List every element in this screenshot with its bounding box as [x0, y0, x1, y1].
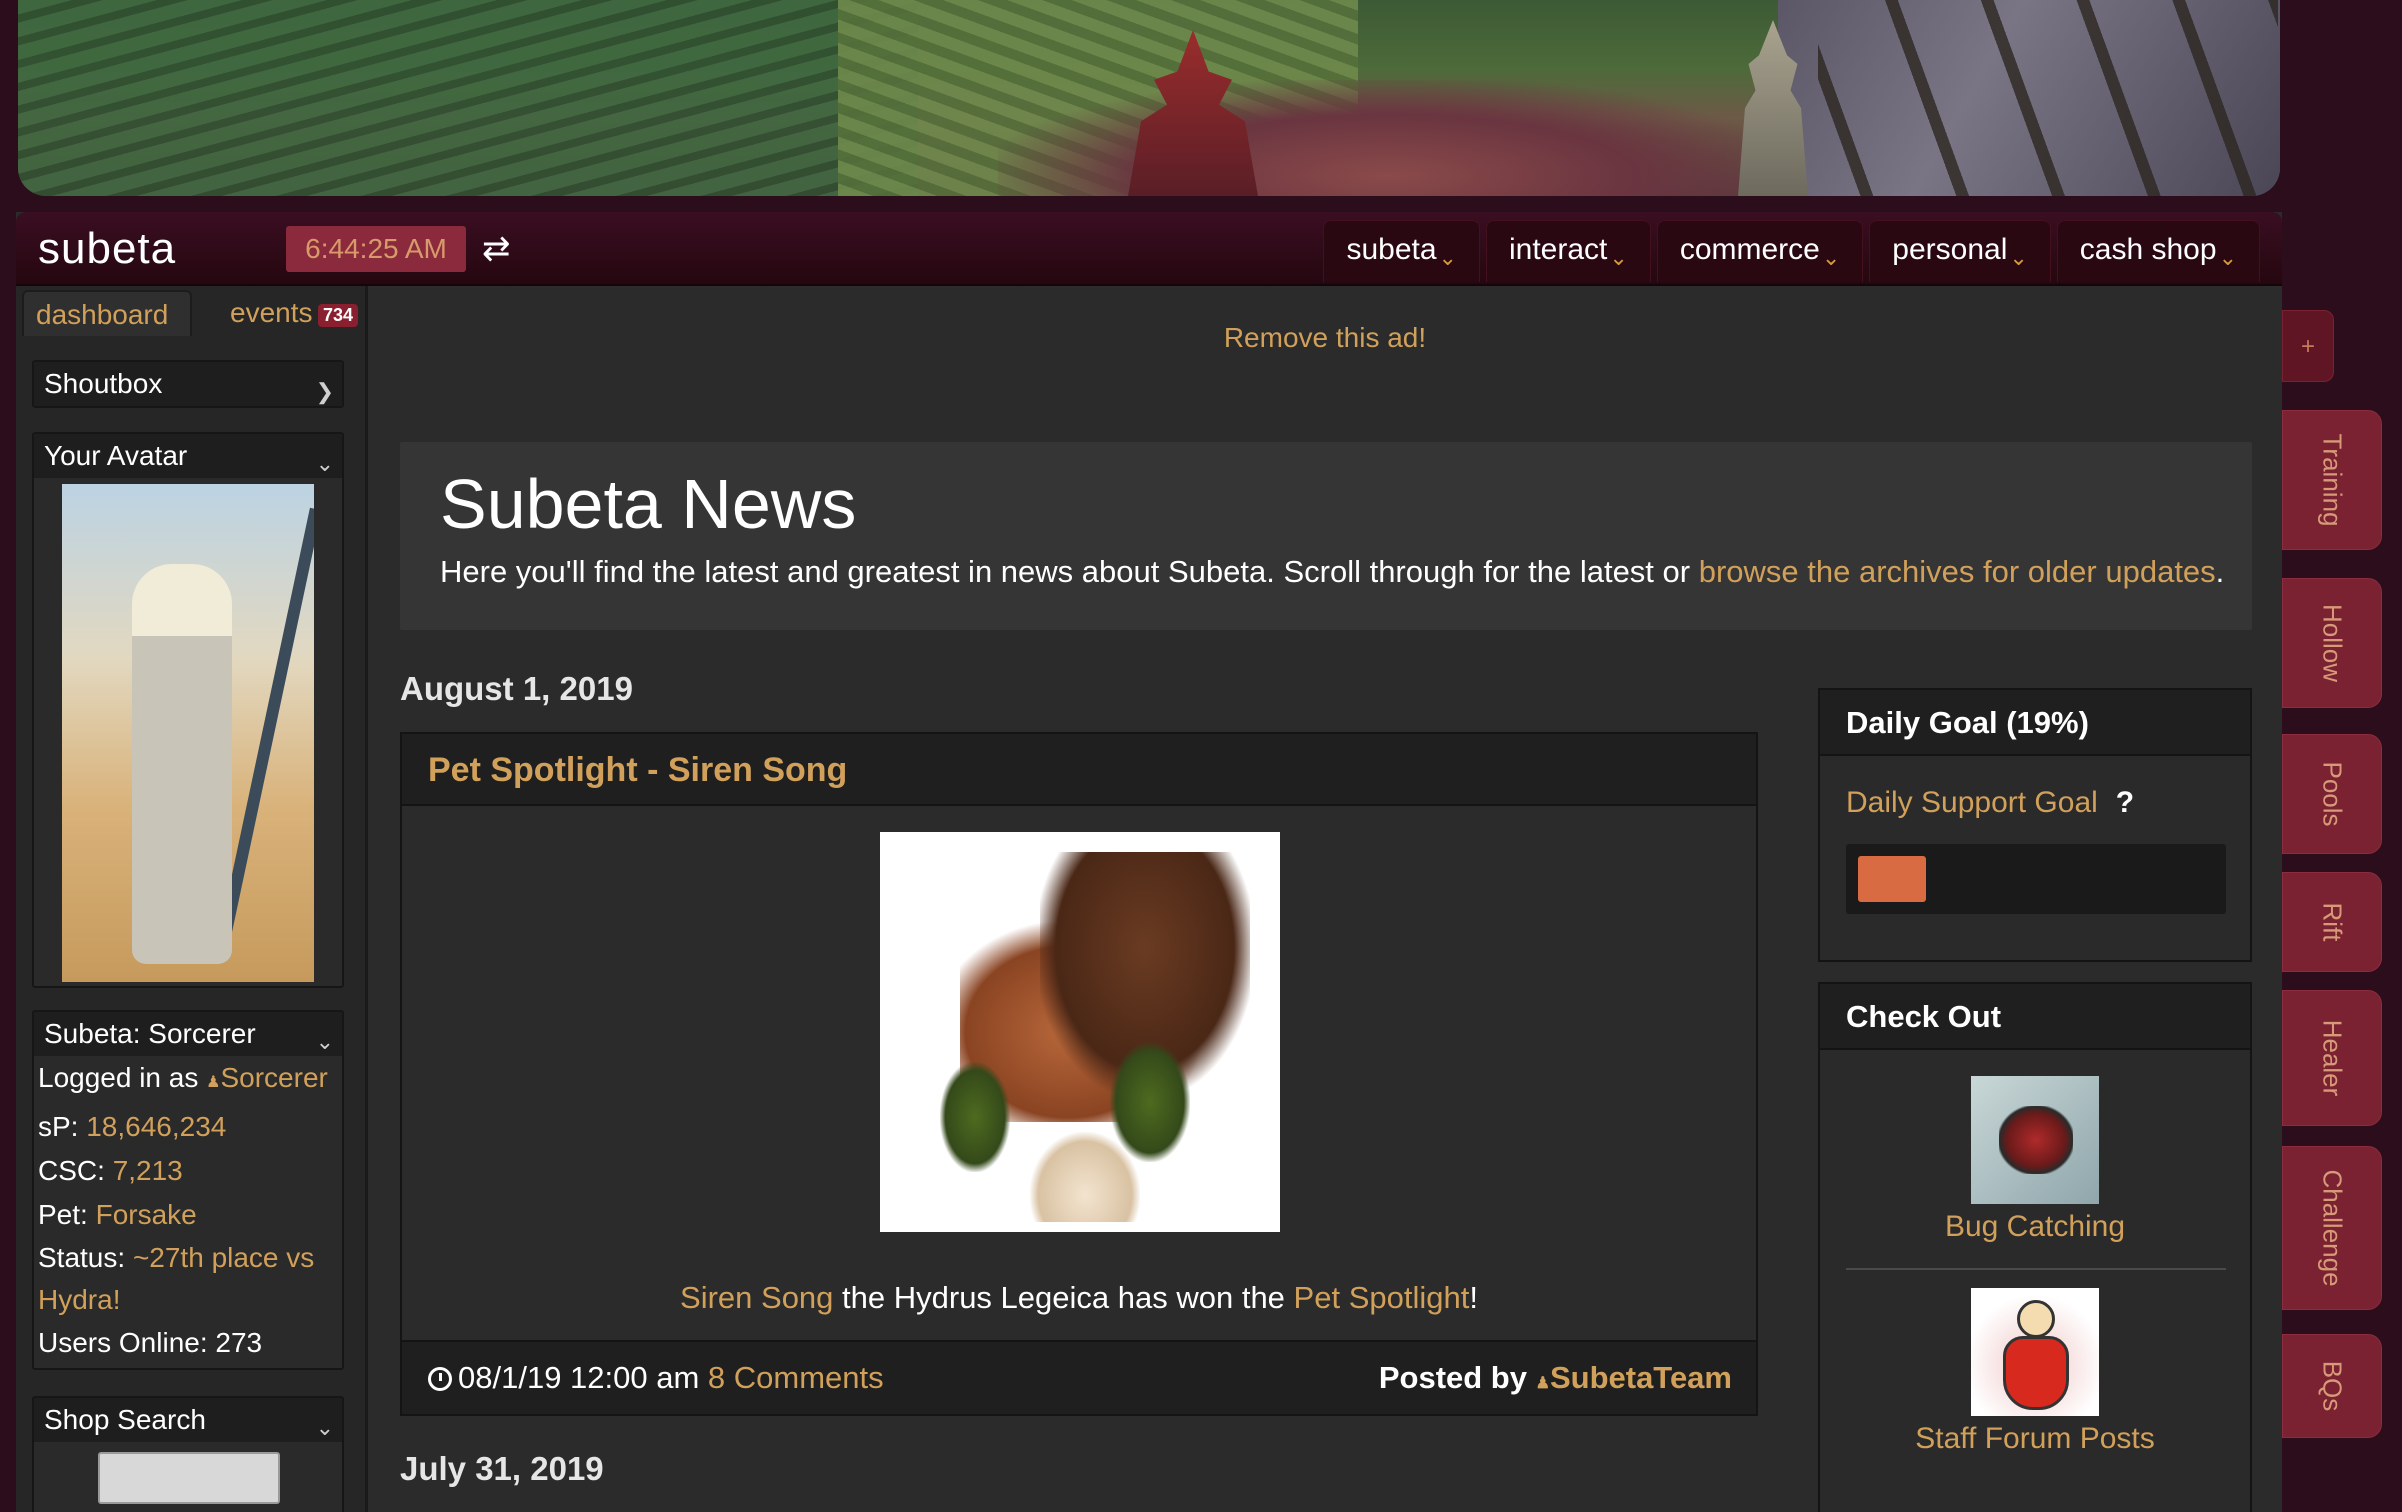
- divider: [1846, 1268, 2226, 1270]
- news-intro-box: Subeta News Here you'll find the latest …: [400, 442, 2252, 630]
- user-icon: ♟: [206, 1074, 221, 1091]
- users-online: Users Online: 273: [38, 1327, 263, 1358]
- nav-commerce[interactable]: commerce⌄: [1656, 220, 1864, 282]
- daily-goal-progress-bar: [1846, 844, 2226, 914]
- top-navigation-bar: subeta 6:44:25 AM ⇄ subeta⌄ interact⌄ co…: [16, 212, 2282, 286]
- clock-icon: [428, 1367, 452, 1391]
- daily-support-link[interactable]: Daily Support Goal: [1846, 786, 2098, 819]
- pet-line: Pet: Forsake: [38, 1199, 197, 1230]
- post-title[interactable]: Pet Spotlight - Siren Song: [402, 734, 1756, 806]
- shoutbox-panel: Shoutbox ❯: [32, 360, 344, 408]
- post-meta: 08/1/19 12:00 am 8 Comments: [428, 1360, 884, 1396]
- chevron-down-icon[interactable]: ⌄: [316, 1020, 334, 1064]
- chevron-down-icon: ⌄: [2009, 245, 2028, 270]
- status-line: Status: ~27th place vs Hydra!: [38, 1242, 315, 1315]
- check-out-item-bug-catching[interactable]: Bug Catching: [1820, 1076, 2250, 1244]
- main-nav: subeta⌄ interact⌄ commerce⌄ personal⌄ ca…: [1323, 220, 2260, 282]
- author-link[interactable]: SubetaTeam: [1550, 1360, 1732, 1395]
- page-title: Subeta News: [440, 465, 857, 543]
- avatar-header[interactable]: Your Avatar ⌄: [34, 434, 342, 478]
- add-tab-button[interactable]: +: [2282, 310, 2334, 382]
- header-banner-image: [18, 0, 2280, 196]
- chevron-down-icon: ⌄: [1609, 245, 1628, 270]
- chevron-down-icon: ⌄: [2218, 245, 2237, 270]
- post-footer: 08/1/19 12:00 am 8 Comments Posted by ♟S…: [402, 1340, 1756, 1414]
- chevron-down-icon[interactable]: ⌄: [316, 442, 334, 486]
- shop-search-panel: Shop Search ⌄: [32, 1396, 344, 1512]
- side-quick-tabs: + Training Hollow Pools Rift Healer Chal…: [2282, 0, 2402, 1512]
- nav-cash-shop[interactable]: cash shop⌄: [2056, 220, 2260, 282]
- user-info-panel: Subeta: Sorcerer ⌄ Logged in as ♟Sorcere…: [32, 1010, 344, 1370]
- tab-dashboard[interactable]: dashboard: [22, 290, 192, 336]
- side-tab-training[interactable]: Training: [2282, 410, 2382, 550]
- archives-link[interactable]: browse the archives for older updates: [1699, 554, 2216, 589]
- staff-forum-link[interactable]: Staff Forum Posts: [1820, 1422, 2250, 1456]
- daily-support-goal: Daily Support Goal?: [1846, 786, 2134, 820]
- side-tab-rift[interactable]: Rift: [2282, 872, 2382, 972]
- check-out-item-staff-forum[interactable]: Staff Forum Posts: [1820, 1288, 2250, 1456]
- pet-spotlight-link[interactable]: Pet Spotlight: [1294, 1280, 1470, 1315]
- side-tab-bqs[interactable]: BQs: [2282, 1334, 2382, 1438]
- side-tab-hollow[interactable]: Hollow: [2282, 578, 2382, 708]
- csc-line: CSC: 7,213: [38, 1155, 183, 1186]
- shoutbox-header[interactable]: Shoutbox ❯: [34, 362, 342, 406]
- progress-fill: [1858, 856, 1926, 902]
- main-content: Remove this ad! Subeta News Here you'll …: [372, 286, 2278, 1512]
- shop-search-header[interactable]: Shop Search ⌄: [34, 1398, 342, 1442]
- avatar-image[interactable]: [62, 484, 314, 982]
- daily-goal-title: Daily Goal (19%): [1820, 690, 2250, 756]
- avatar-panel: Your Avatar ⌄: [32, 432, 344, 988]
- side-tab-challenge[interactable]: Challenge: [2282, 1146, 2382, 1310]
- posted-by: Posted by ♟SubetaTeam: [1378, 1360, 1732, 1395]
- user-icon: ♟: [1535, 1375, 1550, 1392]
- chevron-down-icon: ⌄: [1821, 245, 1841, 270]
- shop-search-input[interactable]: [98, 1452, 280, 1504]
- username-link[interactable]: Sorcerer: [220, 1062, 327, 1093]
- csc-value[interactable]: 7,213: [113, 1155, 183, 1186]
- chevron-right-icon[interactable]: ❯: [316, 370, 334, 414]
- events-count-badge: 734: [318, 304, 359, 327]
- site-logo[interactable]: subeta: [38, 224, 176, 274]
- server-clock: 6:44:25 AM: [286, 226, 466, 272]
- chevron-down-icon[interactable]: ⌄: [316, 1406, 334, 1450]
- post-caption: Siren Song the Hydrus Legeica has won th…: [680, 1280, 1478, 1315]
- check-out-widget: Check Out Bug Catching Staff Forum Posts: [1818, 982, 2252, 1512]
- sidebar-tabs: dashboard events 734: [16, 290, 368, 336]
- sidebar: dashboard events 734 Shoutbox ❯ Your Ava…: [16, 286, 368, 1512]
- nav-interact[interactable]: interact⌄: [1485, 220, 1651, 282]
- sp-value[interactable]: 18,646,234: [86, 1111, 226, 1142]
- nav-subeta[interactable]: subeta⌄: [1323, 220, 1480, 282]
- help-icon[interactable]: ?: [2116, 786, 2134, 819]
- news-description: Here you'll find the latest and greatest…: [440, 554, 2225, 589]
- user-info-header[interactable]: Subeta: Sorcerer ⌄: [34, 1012, 342, 1056]
- bug-catching-image[interactable]: [1971, 1076, 2099, 1204]
- pet-spotlight-image: [880, 832, 1280, 1232]
- chevron-down-icon: ⌄: [1438, 245, 1457, 270]
- bug-catching-link[interactable]: Bug Catching: [1820, 1210, 2250, 1244]
- news-post: Pet Spotlight - Siren Song Siren Song th…: [400, 732, 1758, 1416]
- date-heading: July 31, 2019: [400, 1450, 604, 1487]
- pet-name-link[interactable]: Siren Song: [680, 1280, 833, 1315]
- check-out-title: Check Out: [1820, 984, 2250, 1050]
- date-heading: August 1, 2019: [400, 670, 633, 707]
- staff-forum-image[interactable]: [1971, 1288, 2099, 1416]
- pet-link[interactable]: Forsake: [96, 1199, 197, 1230]
- comments-link[interactable]: 8 Comments: [708, 1360, 884, 1395]
- daily-goal-widget: Daily Goal (19%) Daily Support Goal?: [1818, 688, 2252, 962]
- swap-icon[interactable]: ⇄: [482, 226, 511, 272]
- tab-events[interactable]: events: [230, 290, 313, 336]
- sp-line: sP: 18,646,234: [38, 1111, 227, 1142]
- nav-personal[interactable]: personal⌄: [1869, 220, 2051, 282]
- remove-ad-link[interactable]: Remove this ad!: [372, 322, 2278, 354]
- logged-in-line: Logged in as ♟Sorcerer: [38, 1062, 328, 1093]
- side-tab-healer[interactable]: Healer: [2282, 990, 2382, 1126]
- side-tab-pools[interactable]: Pools: [2282, 734, 2382, 854]
